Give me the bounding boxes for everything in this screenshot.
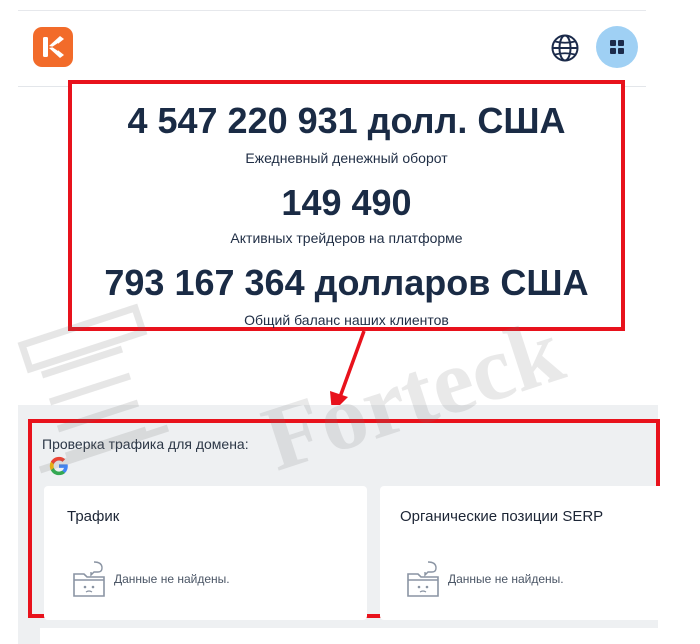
daily-turnover-label: Ежедневный денежный оборот (245, 150, 448, 166)
google-icon (49, 456, 68, 476)
client-balance-value: 793 167 364 долларов США (104, 262, 589, 303)
serp-no-data: Данные не найдены. (448, 572, 564, 586)
traffic-card: Трафик Данные не найдены. (44, 486, 367, 620)
active-traders-label: Активных трейдеров на платформе (230, 230, 463, 246)
empty-folder-icon (407, 561, 439, 597)
apps-menu-button[interactable] (596, 26, 638, 68)
top-divider (18, 10, 646, 11)
globe-icon[interactable] (550, 33, 580, 63)
serp-positions-card: Органические позиции SERP Данные не найд… (380, 486, 664, 620)
traffic-card-title: Трафик (67, 508, 120, 525)
apps-grid-icon (610, 40, 624, 54)
empty-folder-icon (73, 561, 105, 597)
forteck-k-logo-icon (43, 36, 64, 58)
traffic-no-data: Данные не найдены. (114, 572, 230, 586)
traffic-check-title: Проверка трафика для домена: (42, 436, 249, 452)
traffic-highlight-box: Проверка трафика для домена: Трафик Данн… (28, 419, 664, 620)
daily-turnover-value: 4 547 220 931 долл. США (127, 100, 566, 141)
forteck-logo[interactable] (33, 27, 73, 67)
active-traders-value: 149 490 (281, 182, 412, 223)
next-card-edge (40, 628, 660, 644)
stats-highlight-box: 4 547 220 931 долл. США Ежедневный денеж… (68, 80, 625, 331)
serp-card-title: Органические позиции SERP (400, 508, 604, 525)
